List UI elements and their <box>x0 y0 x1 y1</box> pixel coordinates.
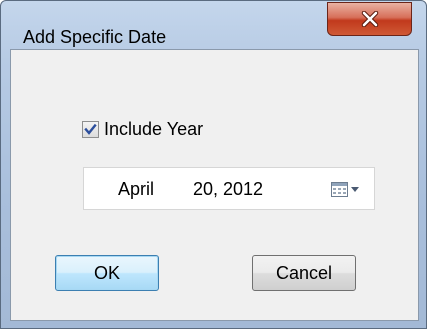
include-year-label[interactable]: Include Year <box>104 119 203 140</box>
include-year-checkbox[interactable] <box>82 120 99 138</box>
title-bar[interactable]: Add Specific Date <box>1 1 426 47</box>
date-picker[interactable]: April 20, 2012 <box>83 167 375 210</box>
date-month[interactable]: April <box>118 179 154 200</box>
ok-button[interactable]: OK <box>55 255 159 291</box>
calendar-dropdown-icon <box>331 182 359 197</box>
calendar-dropdown-button[interactable] <box>330 179 364 199</box>
include-year-option[interactable]: Include Year <box>82 118 203 140</box>
dialog-window: Add Specific Date Include Year April 20,… <box>0 0 427 329</box>
dialog-body: Include Year April 20, 2012 OK Cancel <box>10 49 419 321</box>
close-button[interactable] <box>327 2 412 36</box>
checkmark-icon <box>84 123 97 135</box>
close-icon <box>361 11 378 27</box>
cancel-button[interactable]: Cancel <box>252 255 356 291</box>
window-title: Add Specific Date <box>23 27 167 47</box>
date-day-year[interactable]: 20, 2012 <box>193 179 263 200</box>
